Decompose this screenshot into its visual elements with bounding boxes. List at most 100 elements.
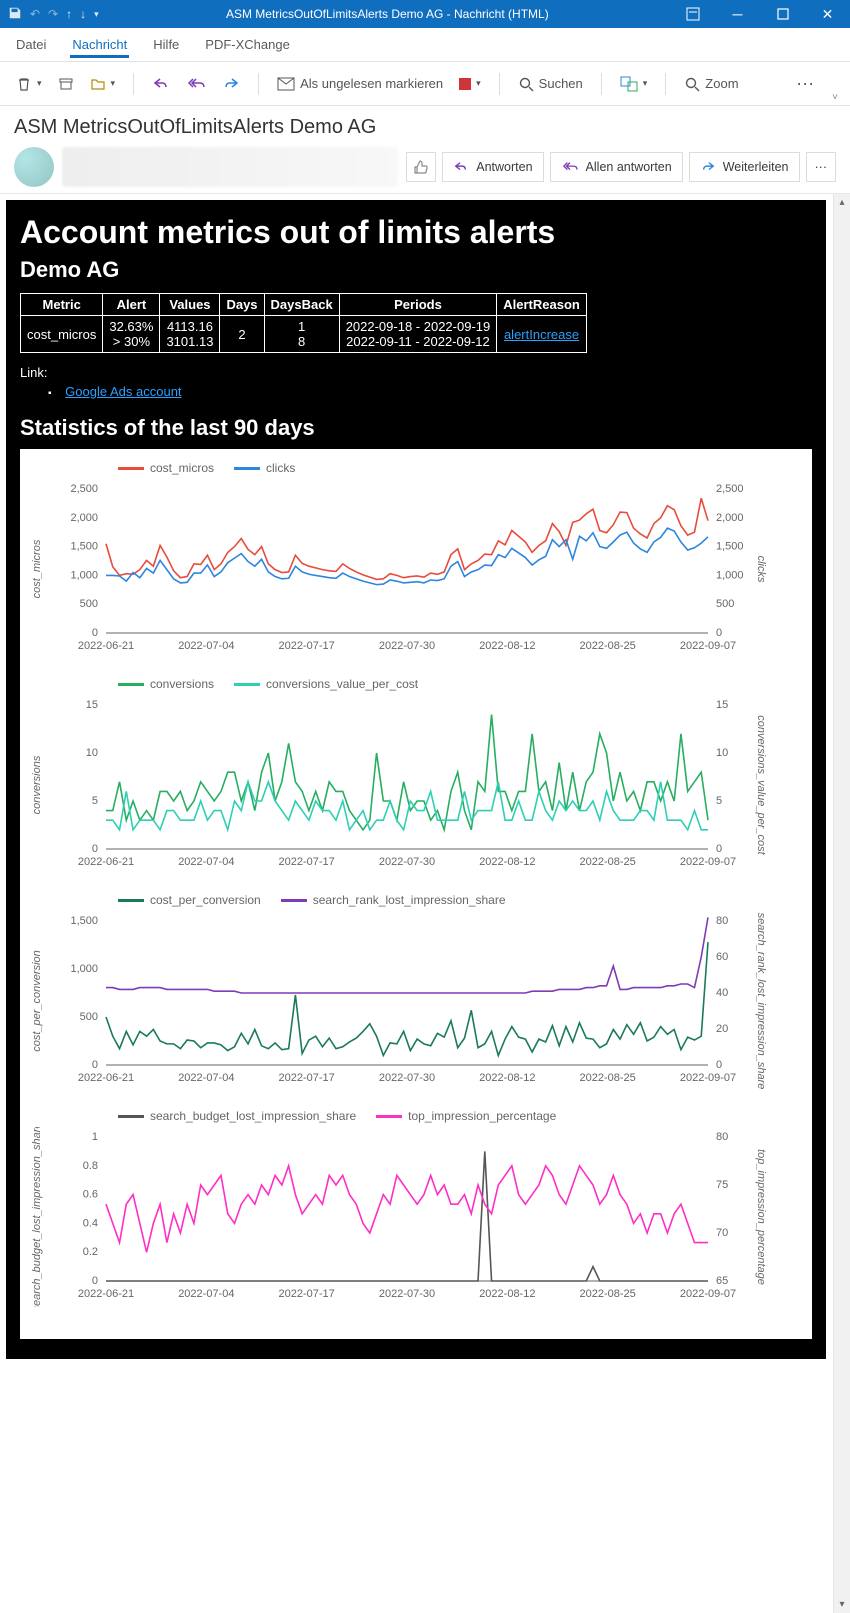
google-ads-link[interactable]: Google Ads account (65, 384, 181, 399)
scroll-down-icon[interactable]: ▾ (834, 1596, 850, 1613)
svg-text:2022-07-17: 2022-07-17 (279, 1288, 335, 1300)
ribbon-collapse-icon[interactable]: ˅ (832, 92, 838, 105)
th-values: Values (160, 294, 220, 316)
email-content: Account metrics out of limits alerts Dem… (6, 200, 826, 1359)
cell-metric: cost_micros (21, 316, 103, 353)
svg-text:2,500: 2,500 (70, 483, 98, 495)
qat-more-icon[interactable]: ▾ (94, 9, 97, 20)
mark-unread-button[interactable]: Als ungelesen markieren (273, 73, 447, 94)
alert-reason-link[interactable]: alertIncrease (504, 327, 579, 342)
zoom-label: Zoom (705, 76, 738, 91)
redo-icon[interactable]: ↷ (48, 7, 58, 21)
th-periods: Periods (339, 294, 497, 316)
chart-block: cost_microsclicks 05001,0001,5002,0002,5… (28, 461, 804, 659)
search-button[interactable]: Suchen (514, 73, 587, 95)
svg-text:75: 75 (716, 1179, 728, 1191)
svg-text:0: 0 (92, 627, 98, 639)
svg-text:0.4: 0.4 (83, 1217, 98, 1229)
svg-text:70: 70 (716, 1227, 728, 1239)
svg-text:80: 80 (716, 915, 728, 927)
svg-text:2,000: 2,000 (70, 512, 98, 524)
sender-info-blurred (62, 147, 398, 187)
toolbar: ▾ ▾ Als ungelesen markieren ▾ (0, 62, 850, 106)
svg-text:2022-08-25: 2022-08-25 (580, 1288, 636, 1300)
send-down-icon[interactable]: ↓ (80, 7, 86, 21)
links-label: Link: (20, 365, 812, 380)
save-icon[interactable] (8, 6, 22, 23)
chart-block: search_budget_lost_impression_share top_i… (28, 1109, 804, 1307)
svg-text:2022-08-12: 2022-08-12 (479, 1072, 535, 1084)
cell-values: 4113.16 3101.13 (160, 316, 220, 353)
table-header-row: Metric Alert Values Days DaysBack Period… (21, 294, 587, 316)
svg-text:65: 65 (716, 1275, 728, 1287)
svg-text:2022-07-04: 2022-07-04 (178, 1288, 234, 1300)
reply-label: Antworten (476, 160, 532, 174)
svg-text:1,500: 1,500 (70, 915, 98, 927)
send-up-icon[interactable]: ↑ (66, 7, 72, 21)
svg-text:2022-06-21: 2022-06-21 (78, 1288, 134, 1300)
tab-file[interactable]: Datei (14, 31, 48, 58)
cell-days: 2 (220, 316, 264, 353)
svg-text:40: 40 (716, 987, 728, 999)
svg-text:2022-07-30: 2022-07-30 (379, 856, 435, 868)
svg-text:conversions: conversions (31, 755, 43, 814)
svg-text:1,500: 1,500 (70, 541, 98, 553)
svg-text:2022-06-21: 2022-06-21 (78, 640, 134, 652)
svg-text:2022-08-12: 2022-08-12 (479, 1288, 535, 1300)
translate-button[interactable]: ▾ (616, 73, 652, 95)
svg-text:1,500: 1,500 (716, 541, 744, 553)
svg-text:80: 80 (716, 1131, 728, 1143)
svg-text:2022-09-07: 2022-09-07 (680, 1072, 736, 1084)
reply-icon[interactable] (148, 73, 174, 95)
scroll-up-icon[interactable]: ▴ (834, 194, 850, 211)
archive-button[interactable] (54, 73, 78, 95)
svg-text:0.6: 0.6 (83, 1189, 98, 1201)
list-item: Google Ads account (48, 384, 812, 399)
th-days: Days (220, 294, 264, 316)
like-button[interactable] (406, 152, 436, 182)
close-button[interactable]: ✕ (805, 0, 850, 28)
message-body-pane: ▴ ▾ Account metrics out of limits alerts… (0, 193, 850, 1613)
maximize-button[interactable] (760, 0, 805, 28)
header-more-button[interactable]: ··· (806, 152, 837, 182)
svg-text:2022-09-07: 2022-09-07 (680, 856, 736, 868)
svg-text:1,000: 1,000 (716, 569, 744, 581)
svg-text:500: 500 (716, 598, 734, 610)
cell-alert: 32.63% > 30% (103, 316, 160, 353)
reply-all-button[interactable]: Allen antworten (550, 152, 683, 182)
email-subtitle: Demo AG (20, 257, 812, 283)
flag-button[interactable]: ▾ (455, 75, 485, 93)
svg-text:top_impression_percentage: top_impression_percentage (755, 1149, 767, 1285)
svg-text:0: 0 (716, 843, 722, 855)
undo-icon[interactable]: ↶ (30, 7, 40, 21)
minimize-button[interactable]: ─ (715, 0, 760, 28)
forward-icon[interactable] (218, 73, 244, 95)
charts-container: cost_microsclicks 05001,0001,5002,0002,5… (20, 449, 812, 1339)
svg-text:0: 0 (92, 1275, 98, 1287)
tab-pdfxchange[interactable]: PDF-XChange (203, 31, 292, 58)
tab-help[interactable]: Hilfe (151, 31, 181, 58)
cell-daysback: 1 8 (264, 316, 339, 353)
move-button[interactable]: ▾ (86, 73, 120, 95)
svg-text:2022-08-25: 2022-08-25 (580, 856, 636, 868)
svg-text:search_budget_lost_impression_: search_budget_lost_impression_share (31, 1127, 43, 1307)
tab-message[interactable]: Nachricht (70, 31, 129, 58)
svg-text:2022-07-04: 2022-07-04 (178, 640, 234, 652)
chart-block: cost_per_conversionsearch_rank_lost_impr… (28, 893, 804, 1091)
svg-text:2022-06-21: 2022-06-21 (78, 1072, 134, 1084)
message-subject: ASM MetricsOutOfLimitsAlerts Demo AG (14, 116, 836, 139)
zoom-button[interactable]: Zoom (680, 73, 742, 95)
reply-button[interactable]: Antworten (442, 152, 543, 182)
ribbon-options-icon[interactable] (670, 0, 715, 28)
svg-text:2022-07-17: 2022-07-17 (279, 856, 335, 868)
svg-text:0.8: 0.8 (83, 1160, 98, 1172)
svg-text:1,000: 1,000 (70, 569, 98, 581)
vertical-scrollbar[interactable]: ▴ ▾ (833, 194, 850, 1613)
delete-button[interactable]: ▾ (12, 73, 46, 95)
forward-button[interactable]: Weiterleiten (689, 152, 800, 182)
svg-text:20: 20 (716, 1023, 728, 1035)
reply-all-icon[interactable] (182, 73, 210, 95)
toolbar-more-icon[interactable]: ··· (788, 73, 822, 94)
svg-text:2022-07-30: 2022-07-30 (379, 1072, 435, 1084)
svg-text:0: 0 (92, 1059, 98, 1071)
